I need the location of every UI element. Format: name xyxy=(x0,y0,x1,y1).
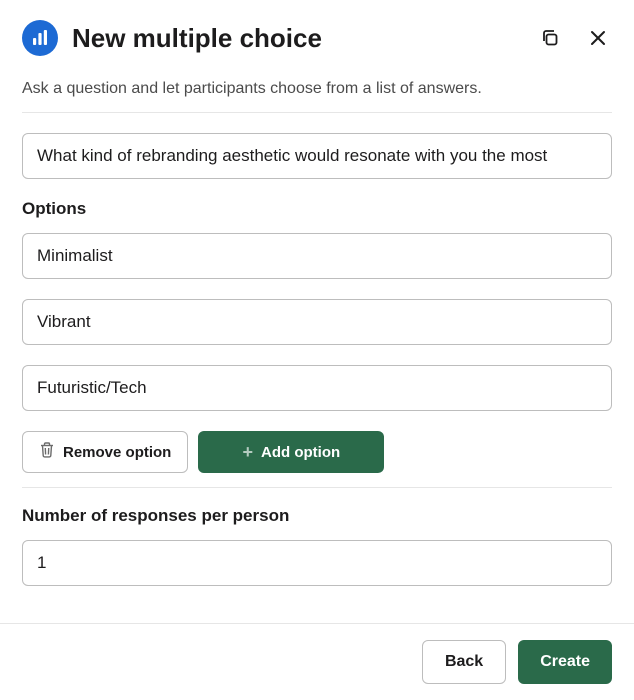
trash-icon xyxy=(39,441,55,463)
options-label: Options xyxy=(22,199,612,219)
responses-label: Number of responses per person xyxy=(22,506,612,526)
modal-header: New multiple choice xyxy=(22,20,612,56)
remove-option-label: Remove option xyxy=(63,444,171,461)
modal-title: New multiple choice xyxy=(72,23,522,54)
add-option-button[interactable]: + Add option xyxy=(198,431,384,473)
close-icon[interactable] xyxy=(584,24,612,52)
section-divider xyxy=(22,487,612,488)
plus-icon: + xyxy=(243,443,254,461)
option-actions: Remove option + Add option xyxy=(22,431,612,473)
option-input-1[interactable] xyxy=(22,299,612,345)
option-input-0[interactable] xyxy=(22,233,612,279)
modal-footer: Back Create xyxy=(0,623,634,700)
modal-description: Ask a question and let participants choo… xyxy=(22,80,612,113)
responses-input[interactable] xyxy=(22,540,612,586)
responses-section: Number of responses per person xyxy=(22,506,612,586)
back-button[interactable]: Back xyxy=(422,640,506,684)
create-button[interactable]: Create xyxy=(518,640,612,684)
add-option-label: Add option xyxy=(261,444,340,461)
remove-option-button[interactable]: Remove option xyxy=(22,431,188,473)
header-actions xyxy=(536,24,612,52)
modal-container: New multiple choice Ask a question and l… xyxy=(0,0,634,586)
option-input-2[interactable] xyxy=(22,365,612,411)
poll-icon xyxy=(22,20,58,56)
copy-icon[interactable] xyxy=(536,24,564,52)
question-input[interactable] xyxy=(22,133,612,179)
